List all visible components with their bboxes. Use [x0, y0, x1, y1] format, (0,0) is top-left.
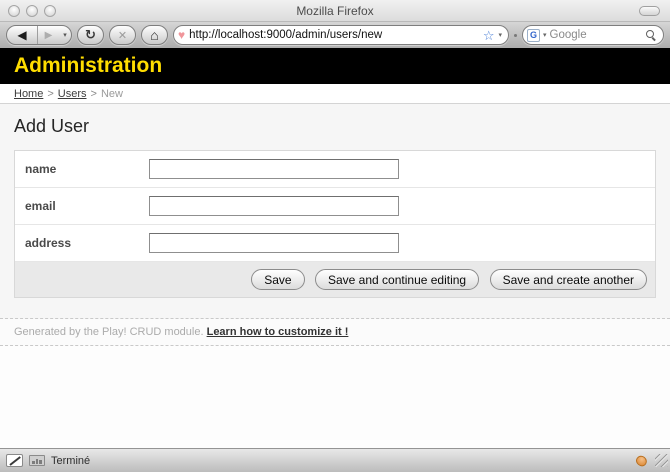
window-title: Mozilla Firefox — [0, 4, 670, 18]
bookmark-star-icon[interactable]: ☆ — [483, 29, 495, 42]
add-user-form: name email address Save Save and continu… — [14, 150, 656, 298]
save-and-continue-button[interactable]: Save and continue editing — [315, 269, 479, 290]
url-input[interactable] — [189, 29, 479, 41]
save-and-create-another-button[interactable]: Save and create another — [490, 269, 647, 290]
admin-header: Administration — [0, 48, 670, 84]
history-dropdown-button[interactable]: ▾ — [59, 26, 71, 44]
forward-icon: ▶ — [45, 30, 53, 41]
search-engine-dropdown-icon[interactable]: ▾ — [543, 31, 547, 39]
home-button[interactable]: ⌂ — [141, 25, 168, 45]
breadcrumb-current: New — [101, 88, 123, 100]
status-text: Terminé — [51, 455, 90, 467]
page-info-icon[interactable] — [29, 455, 45, 466]
form-row-name: name — [15, 151, 655, 188]
admin-title: Administration — [14, 54, 162, 78]
address-field[interactable] — [149, 233, 399, 253]
name-field[interactable] — [149, 159, 399, 179]
breadcrumb-link-home[interactable]: Home — [14, 88, 43, 100]
browser-window: Mozilla Firefox ◀ ▶ ▾ ↻ ✕ ⌂ ♥ ☆ ▾ G ▾ — [0, 0, 670, 472]
location-bar: ♥ ☆ ▾ — [173, 25, 509, 45]
stop-icon: ✕ — [110, 29, 135, 42]
breadcrumb-separator: > — [47, 88, 53, 100]
edit-mode-icon[interactable] — [6, 454, 23, 467]
navigation-toolbar: ◀ ▶ ▾ ↻ ✕ ⌂ ♥ ☆ ▾ G ▾ — [0, 22, 670, 48]
footer-text: Generated by the Play! CRUD module. — [14, 326, 207, 338]
save-button[interactable]: Save — [251, 269, 304, 290]
stop-button[interactable]: ✕ — [109, 25, 136, 45]
google-logo-icon[interactable]: G — [527, 29, 540, 42]
address-label: address — [25, 236, 149, 250]
site-identity-heart-icon[interactable]: ♥ — [178, 28, 185, 42]
search-bar: G ▾ — [522, 25, 664, 45]
back-button[interactable]: ◀ — [7, 26, 37, 44]
email-field[interactable] — [149, 196, 399, 216]
form-row-email: email — [15, 188, 655, 225]
back-forward-group: ◀ ▶ ▾ — [6, 25, 72, 45]
page-title: Add User — [14, 116, 656, 137]
main-content: Add User name email address Save Save an… — [0, 104, 670, 319]
back-icon: ◀ — [17, 28, 26, 42]
customize-link[interactable]: Learn how to customize it ! — [207, 326, 349, 338]
search-icon[interactable] — [646, 30, 657, 41]
email-label: email — [25, 199, 149, 213]
reload-icon: ↻ — [78, 27, 103, 43]
reload-button[interactable]: ↻ — [77, 25, 104, 45]
breadcrumb-separator: > — [91, 88, 97, 100]
breadcrumb: Home > Users > New — [0, 84, 670, 104]
firebug-icon[interactable] — [634, 453, 649, 468]
toolbar-separator-dot — [514, 34, 517, 37]
toolbar-toggle-button[interactable] — [639, 6, 660, 16]
forward-button[interactable]: ▶ — [37, 26, 59, 44]
form-actions: Save Save and continue editing Save and … — [15, 262, 655, 297]
chevron-down-icon: ▾ — [63, 31, 67, 39]
page-empty-area — [0, 346, 670, 448]
breadcrumb-link-users[interactable]: Users — [58, 88, 87, 100]
window-resize-grip[interactable] — [655, 454, 668, 467]
statusbar-right — [636, 454, 664, 467]
crud-footer: Generated by the Play! CRUD module. Lear… — [0, 319, 670, 346]
status-bar: Terminé — [0, 448, 670, 472]
location-dropdown-icon[interactable]: ▾ — [498, 31, 502, 39]
form-row-address: address — [15, 225, 655, 262]
name-label: name — [25, 162, 149, 176]
search-input[interactable] — [550, 29, 643, 41]
window-titlebar: Mozilla Firefox — [0, 0, 670, 22]
home-icon: ⌂ — [142, 28, 167, 42]
